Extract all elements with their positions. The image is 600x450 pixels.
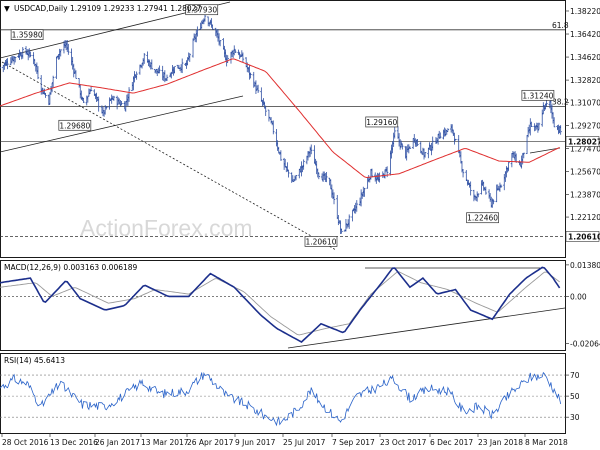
price-bar	[191, 38, 195, 58]
price-bar	[55, 56, 58, 79]
price-bar	[465, 170, 468, 181]
macd-layer	[0, 266, 566, 349]
macd-y-label: 0.00	[570, 292, 587, 301]
price-y-label: 1.23870	[570, 191, 600, 200]
price-label-1.31240: 1.31240	[521, 89, 555, 101]
usdcad-chart: ActionForex.com 61.838.21.359801.379301.…	[0, 0, 600, 447]
x-label: 23 Oct 2017	[380, 438, 427, 447]
price-bar	[74, 70, 78, 79]
price-bar	[461, 169, 465, 178]
price-bar	[279, 150, 283, 161]
price-bar	[165, 74, 169, 82]
rsi-title: RSI(14) 45.6413	[4, 356, 65, 365]
macd-signal-line	[0, 271, 560, 336]
price-label-1.29680: 1.29680	[58, 119, 92, 131]
chart-stage: ActionForex.com 61.8 38.2 1.35980 1.37930 1.…	[0, 0, 600, 450]
price-label-1.29160: 1.29160	[365, 116, 399, 128]
price-y-label: 1.25670	[570, 168, 600, 177]
short-trendline	[529, 147, 561, 154]
price-label-text: 1.20610	[305, 237, 336, 246]
fib-label-38-2: 38.2	[552, 98, 569, 107]
price-y-label: 1.22120	[570, 213, 600, 222]
header-arrow: ▼	[4, 4, 10, 13]
macd-y-label: -0.020648	[570, 339, 600, 348]
macd-title: MACD(12,26,9) 0.003163 0.006189	[4, 263, 138, 272]
header-symbol: USDCAD,Daily	[14, 4, 68, 13]
rsi-y-label: 50	[570, 392, 580, 401]
price-label-1.20610: 1.20610	[304, 236, 338, 247]
price-bar	[267, 109, 271, 122]
price-y-label: 1.29270	[570, 122, 600, 131]
x-label: 13 Dec 2016	[50, 438, 98, 447]
x-label: 6 Dec 2017	[430, 438, 473, 447]
x-label: 26 Apr 2017	[187, 438, 234, 447]
price-label-text: 1.35980	[12, 31, 43, 40]
header-ohlc: 1.29109 1.29233 1.27941 1.28027	[70, 4, 201, 13]
x-label: 25 Jul 2017	[283, 438, 326, 447]
price-y-label: 1.31070	[570, 99, 600, 108]
x-label: 26 Jan 2017	[95, 438, 140, 447]
rsi-layer	[0, 371, 565, 427]
moving-average-line	[0, 58, 560, 179]
x-label: 13 Mar 2017	[141, 438, 189, 447]
price-layer: 61.838.21.359801.379301.29680 1.291601.31…	[0, 1, 569, 251]
watermark: ActionForex.com	[80, 215, 253, 241]
price-bar	[419, 141, 422, 154]
price-label-text: 1.22460	[467, 214, 498, 223]
price-bar	[351, 210, 354, 222]
rsi-y-label: 30	[570, 413, 580, 422]
price-y-label: 1.32820	[570, 76, 600, 85]
price-bar	[525, 134, 529, 155]
price-bar	[260, 87, 263, 102]
price-header: ▼ USDCAD,Daily 1.29109 1.29233 1.27941 1…	[4, 4, 201, 13]
x-label: 23 Jan 2018	[478, 438, 523, 447]
rsi-panel-frame	[0, 353, 566, 434]
price-y-label: 1.34620	[570, 53, 600, 62]
fib-label-61-8: 61.8	[552, 21, 569, 30]
rsi-y-label: 70	[570, 371, 580, 380]
price-y-label: 1.36420	[570, 30, 600, 39]
axis-price-box-label: 1.28027	[568, 137, 600, 146]
price-y-label: 1.38220	[570, 7, 600, 16]
price-label-text: 1.31240	[522, 91, 553, 100]
x-label: 9 Jun 2017	[235, 438, 276, 447]
macd-y-label: 0.013802	[570, 261, 600, 270]
x-label: 8 Mar 2018	[525, 438, 568, 447]
axis-price-box-label: 1.20610	[568, 232, 600, 241]
price-label-1.22460: 1.22460	[466, 212, 499, 224]
macd-main-line	[0, 266, 561, 343]
price-label-1.35980: 1.35980	[10, 29, 44, 41]
price-label-text: 1.29680	[59, 121, 90, 130]
price-label-text: 1.29160	[366, 118, 397, 127]
x-label: 28 Oct 2016	[2, 438, 49, 447]
x-label: 7 Sep 2017	[332, 438, 375, 447]
